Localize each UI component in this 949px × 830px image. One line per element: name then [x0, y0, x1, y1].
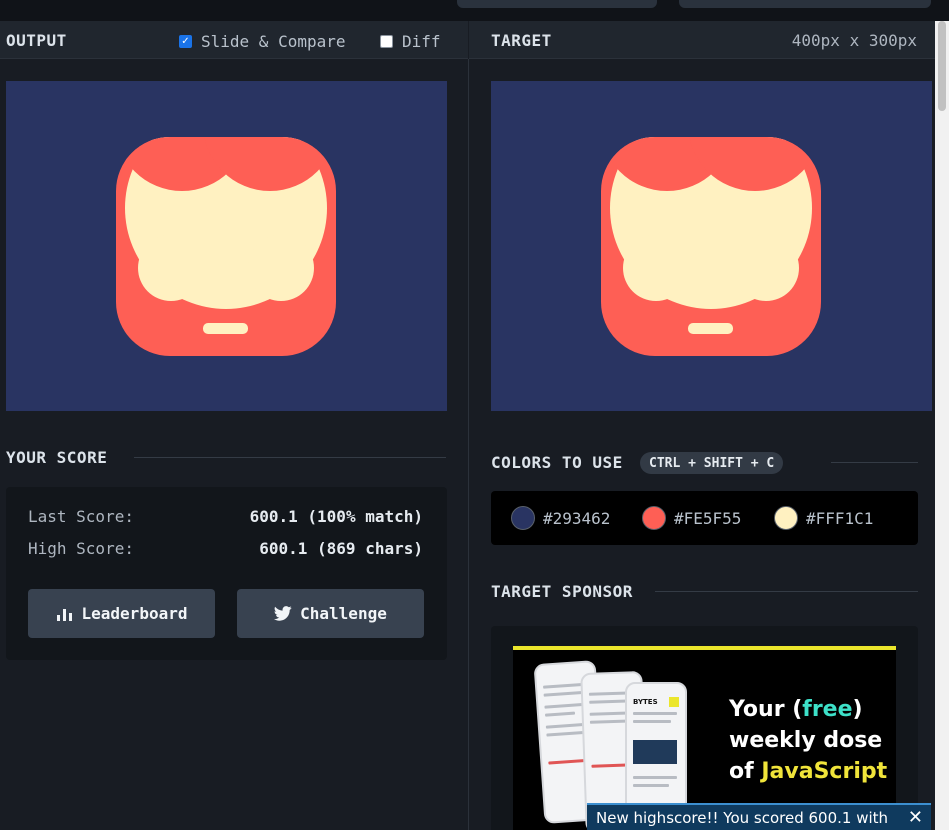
last-score-row: Last Score: 600.1 (100% match) [28, 507, 423, 526]
scrollbar-track[interactable] [935, 21, 949, 830]
swatch-dot-1[interactable] [642, 506, 666, 530]
diff-checkbox[interactable] [380, 35, 393, 48]
diff-label[interactable]: Diff [402, 32, 441, 51]
scrollbar-thumb[interactable] [938, 21, 946, 111]
high-score-row: High Score: 600.1 (869 chars) [28, 539, 423, 558]
slide-compare-label[interactable]: Slide & Compare [201, 32, 346, 51]
panel-divider [468, 59, 469, 830]
output-header: OUTPUT Slide & Compare Diff [0, 21, 468, 59]
section-rule [134, 457, 446, 458]
swatch-dot-2[interactable] [774, 506, 798, 530]
challenge-label[interactable]: Challenge [300, 604, 387, 623]
top-bar-button[interactable] [457, 0, 657, 8]
ad-headline: Your (free) weekly dose of JavaScript [729, 697, 888, 784]
score-card: Last Score: 600.1 (100% match) High Scor… [6, 487, 447, 660]
output-title: OUTPUT [6, 31, 67, 50]
close-icon[interactable]: ✕ [908, 807, 923, 828]
target-canvas [491, 81, 932, 411]
target-dimensions: 400px x 300px [791, 31, 917, 50]
target-face-drawing [601, 137, 821, 356]
js-logo-icon [669, 697, 679, 707]
swatch-hex[interactable]: #FFF1C1 [806, 509, 873, 528]
leaderboard-label[interactable]: Leaderboard [82, 604, 188, 623]
copy-colors-shortcut: CTRL + SHIFT + C [640, 452, 784, 474]
sponsor-card: BYTES Your (free) weekly dose of JavaScr… [491, 626, 918, 830]
target-title: TARGET [491, 31, 552, 50]
output-face-drawing [116, 137, 336, 356]
color-swatch[interactable]: #293462 [511, 506, 610, 530]
swatch-hex[interactable]: #293462 [543, 509, 610, 528]
colors-title: COLORS TO USE [491, 453, 623, 472]
phone-badge: BYTES [633, 698, 658, 706]
highscore-toast: New highscore!! You scored 600.1 with ✕ [587, 803, 931, 830]
your-score-title: YOUR SCORE [6, 448, 108, 467]
phone-image [633, 740, 677, 764]
target-header: TARGET 400px x 300px [469, 21, 935, 59]
slide-compare-checkbox[interactable] [179, 35, 192, 48]
high-score-label: High Score: [28, 539, 134, 558]
challenge-button[interactable]: Challenge [237, 589, 424, 638]
last-score-label: Last Score: [28, 507, 134, 526]
diff-toggle[interactable]: Diff [380, 32, 441, 51]
color-swatch[interactable]: #FFF1C1 [774, 506, 873, 530]
twitter-icon [274, 606, 292, 621]
color-swatch[interactable]: #FE5F55 [642, 506, 741, 530]
slide-compare-toggle[interactable]: Slide & Compare [179, 32, 346, 51]
section-rule [655, 591, 918, 592]
swatch-hex[interactable]: #FE5F55 [674, 509, 741, 528]
high-score-value: 600.1 (869 chars) [259, 539, 423, 558]
output-canvas[interactable] [6, 81, 447, 411]
bar-chart-icon [56, 608, 72, 621]
swatch-dot-0[interactable] [511, 506, 535, 530]
section-rule [831, 462, 918, 463]
last-score-value: 600.1 (100% match) [249, 507, 423, 526]
leaderboard-button[interactable]: Leaderboard [28, 589, 215, 638]
color-palette: #293462 #FE5F55 #FFF1C1 [491, 491, 918, 545]
sponsor-title: TARGET SPONSOR [491, 582, 633, 601]
toast-message: New highscore!! You scored 600.1 with [596, 808, 889, 827]
top-bar [0, 0, 949, 21]
top-bar-button[interactable] [679, 0, 931, 8]
